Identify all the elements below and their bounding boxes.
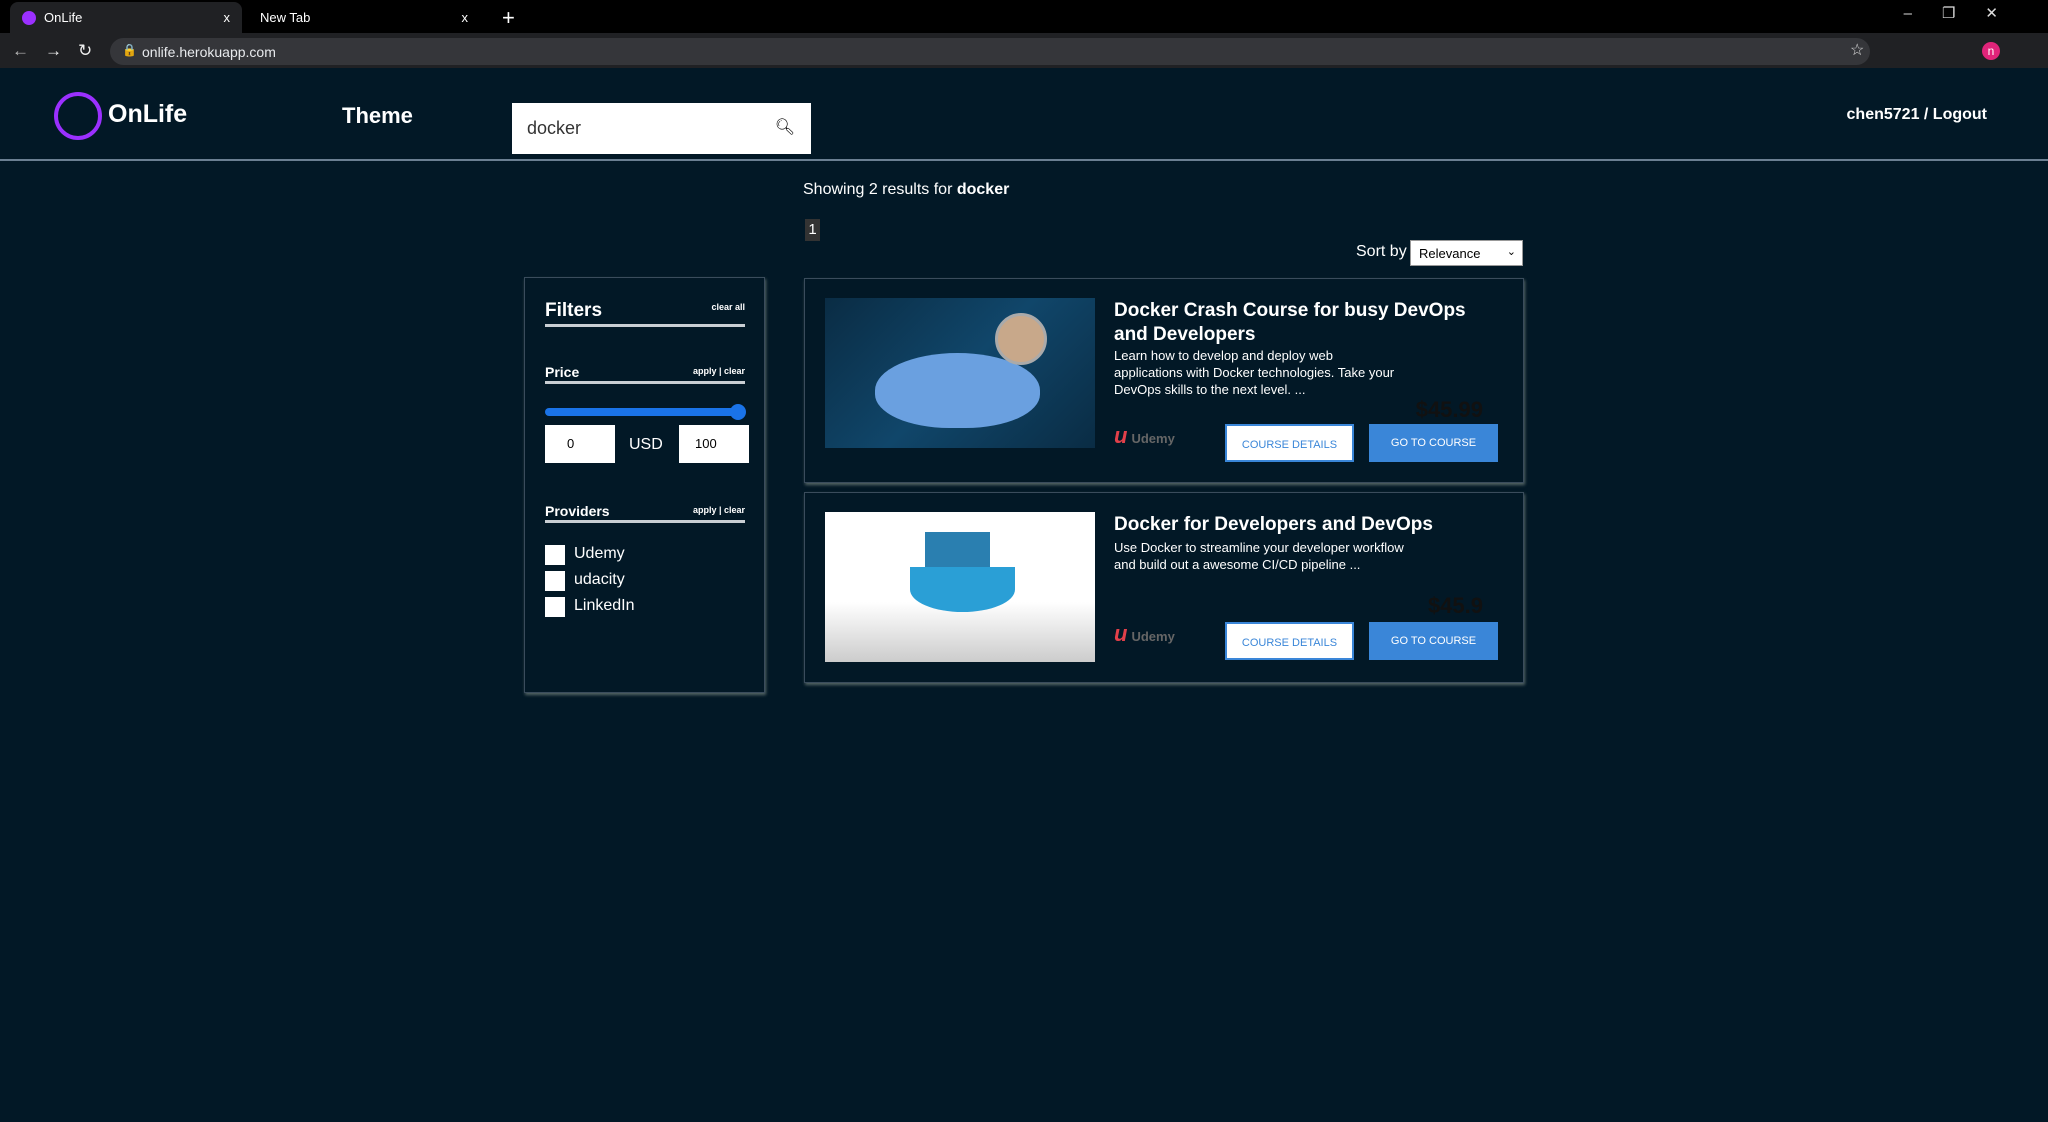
filters-panel: Filters clear all Price apply | clear 0 US… bbox=[524, 277, 765, 693]
search-icon[interactable]: 🔍︎ bbox=[775, 117, 795, 137]
price-min-input[interactable]: 0 bbox=[545, 425, 615, 463]
url-text: onlife.herokuapp.com bbox=[142, 44, 276, 60]
price-slider[interactable] bbox=[545, 408, 745, 416]
tab-label: OnLife bbox=[44, 10, 83, 25]
course-details-button[interactable]: COURSE DETAILS bbox=[1225, 622, 1354, 660]
url-bar[interactable]: 🔒 onlife.herokuapp.com bbox=[110, 38, 1870, 65]
course-description: Learn how to develop and deploy web appl… bbox=[1114, 348, 1395, 397]
providers-heading: Providers apply | clear bbox=[545, 503, 745, 523]
price-heading: Price apply | clear bbox=[545, 364, 745, 384]
course-description: Use Docker to streamline your developer … bbox=[1114, 540, 1404, 572]
course-title[interactable]: Docker Crash Course for busy DevOps and … bbox=[1114, 299, 1494, 347]
brand-name[interactable]: OnLife bbox=[108, 100, 187, 129]
provider-logo: u Udemy bbox=[1114, 621, 1175, 646]
filters-heading: Filters clear all bbox=[545, 300, 745, 327]
back-icon[interactable]: ← bbox=[12, 41, 29, 61]
clear-all-link[interactable]: clear all bbox=[711, 302, 745, 312]
udemy-logo-icon: u bbox=[1114, 423, 1128, 448]
course-card: Docker Crash Course for busy DevOps and … bbox=[804, 278, 1524, 483]
course-details-button[interactable]: COURSE DETAILS bbox=[1225, 424, 1354, 462]
price-slider-handle[interactable] bbox=[730, 404, 746, 420]
currency-label: USD bbox=[629, 436, 663, 453]
course-thumbnail[interactable] bbox=[825, 298, 1095, 448]
chevron-down-icon: ⌄ bbox=[1506, 246, 1516, 258]
tab-new-tab[interactable]: New Tab x bbox=[248, 2, 480, 33]
checkbox-udemy[interactable] bbox=[545, 545, 565, 565]
close-tab-icon[interactable]: x bbox=[462, 10, 469, 25]
favicon-icon bbox=[22, 10, 36, 25]
checkbox-udacity[interactable] bbox=[545, 571, 565, 591]
sort-label: Sort by bbox=[1356, 243, 1407, 260]
results-summary: Showing 2 results for docker bbox=[803, 181, 1010, 198]
browser-tab-bar: OnLife x New Tab x + –❐✕ bbox=[0, 0, 2048, 33]
theme-link[interactable]: Theme bbox=[342, 103, 413, 129]
lock-icon: 🔒 bbox=[122, 43, 137, 57]
containers-image bbox=[925, 532, 990, 567]
forward-icon[interactable]: → bbox=[45, 41, 62, 61]
site-header bbox=[0, 68, 2048, 161]
go-to-course-button[interactable]: GO TO COURSE bbox=[1369, 424, 1498, 462]
course-thumbnail[interactable] bbox=[825, 512, 1095, 662]
new-tab-button[interactable]: + bbox=[502, 5, 515, 31]
tab-label: New Tab bbox=[260, 10, 311, 25]
price-max-input[interactable]: 100 bbox=[679, 425, 749, 463]
brain-logo-icon bbox=[54, 92, 102, 140]
sort-select[interactable]: Relevance ⌄ bbox=[1410, 240, 1523, 266]
provider-logo: u Udemy bbox=[1114, 423, 1175, 448]
go-to-course-button[interactable]: GO TO COURSE bbox=[1369, 622, 1498, 660]
provider-label: udacity bbox=[574, 571, 625, 588]
price-apply-clear[interactable]: apply | clear bbox=[693, 366, 745, 376]
course-price: $45.9 bbox=[1427, 593, 1483, 618]
docker-whale-image bbox=[910, 567, 1015, 612]
provider-label: Udemy bbox=[574, 545, 625, 562]
course-price: $45.99 bbox=[1415, 397, 1483, 422]
bookmark-star-icon[interactable]: ☆ bbox=[1850, 40, 1864, 60]
reload-icon[interactable]: ↻ bbox=[78, 41, 92, 61]
tab-onlife[interactable]: OnLife x bbox=[10, 2, 242, 33]
pagination-page[interactable]: 1 bbox=[805, 219, 820, 241]
checkbox-linkedin[interactable] bbox=[545, 597, 565, 617]
provider-label: LinkedIn bbox=[574, 597, 635, 614]
user-logout-link[interactable]: chen5721 / Logout bbox=[1847, 106, 1987, 124]
providers-apply-clear[interactable]: apply | clear bbox=[693, 505, 745, 515]
close-tab-icon[interactable]: x bbox=[224, 10, 231, 25]
course-card: Docker for Developers and DevOps Use Doc… bbox=[804, 492, 1524, 683]
window-controls[interactable]: –❐✕ bbox=[1904, 4, 2028, 22]
udemy-logo-icon: u bbox=[1114, 621, 1128, 646]
search-value: docker bbox=[527, 118, 582, 138]
instructor-photo bbox=[995, 313, 1047, 365]
search-input[interactable]: docker 🔍︎ bbox=[512, 103, 811, 154]
course-title[interactable]: Docker for Developers and DevOps bbox=[1114, 513, 1494, 537]
profile-avatar[interactable]: n bbox=[1982, 42, 2000, 60]
